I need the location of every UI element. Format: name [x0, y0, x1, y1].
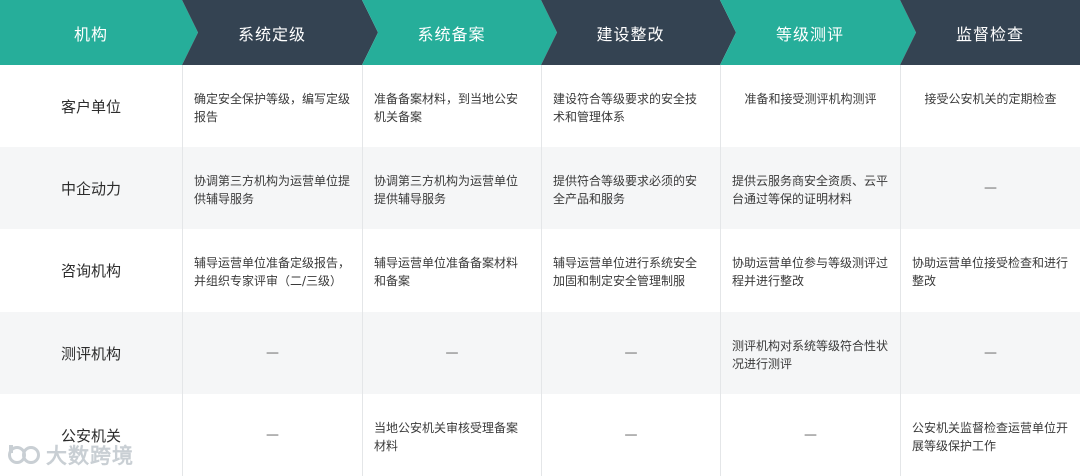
table-cell: — — [541, 394, 720, 476]
table-header: 机构 系统定级 系统备案 建设整改 等级测评 监督检查 — [0, 0, 1080, 65]
table-cell: 协助运营单位参与等级测评过程并进行整改 — [720, 229, 900, 312]
table-cell: 辅导运营单位准备备案材料和备案 — [362, 229, 541, 312]
table-cell: — — [182, 312, 362, 394]
process-table: 机构 系统定级 系统备案 建设整改 等级测评 监督检查 客户单位 确定安全保护等… — [0, 0, 1080, 476]
table-cell: 协调第三方机构为运营单位提供辅导服务 — [182, 147, 362, 229]
header-level-assessment: 等级测评 — [775, 24, 844, 44]
table-cell: — — [541, 312, 720, 394]
header-org: 机构 — [73, 24, 108, 44]
row-org-label: 客户单位 — [60, 97, 121, 116]
table-cell: — — [900, 147, 1080, 229]
header-supervision-inspection: 监督检查 — [955, 24, 1024, 44]
watermark-text: 大数跨境 — [46, 444, 134, 468]
table-cell: 接受公安机关的定期检查 — [900, 65, 1080, 147]
table-cell: 提供符合等级要求必须的安全产品和服务 — [541, 147, 720, 229]
table-cell: 准备备案材料，到当地公安机关备案 — [362, 65, 541, 147]
logo-icon — [8, 442, 42, 468]
table-cell: — — [362, 312, 541, 394]
table-cell: 提供云服务商安全资质、云平台通过等保的证明材料 — [720, 147, 900, 229]
row-org-label: 咨询机构 — [60, 262, 121, 280]
table-cell: — — [900, 312, 1080, 394]
table-cell: 准备和接受测评机构测评 — [720, 65, 900, 147]
row-org-label: 中企动力 — [60, 179, 121, 198]
table-cell: 测评机构对系统等级符合性状况进行测评 — [720, 312, 900, 394]
watermark: 大数跨境 — [8, 440, 134, 470]
header-construction-rectification: 建设整改 — [596, 24, 665, 44]
table-cell: 协调第三方机构为运营单位提供辅导服务 — [362, 147, 541, 229]
table-cell: 辅导运营单位准备定级报告，并组织专家评审（二/三级） — [182, 229, 362, 312]
table-cell: 当地公安机关审核受理备案材料 — [362, 394, 541, 476]
table-row: 客户单位 确定安全保护等级，编写定级报告 准备备案材料，到当地公安机关备案 建设… — [0, 65, 1080, 147]
header-system-filing: 系统备案 — [417, 24, 486, 44]
table-cell: 确定安全保护等级，编写定级报告 — [182, 65, 362, 147]
table-row: 中企动力 协调第三方机构为运营单位提供辅导服务 协调第三方机构为运营单位提供辅导… — [0, 147, 1080, 229]
table-cell: 建设符合等级要求的安全技术和管理体系 — [541, 65, 720, 147]
table-cell: — — [720, 394, 900, 476]
table-row: 测评机构 — — — 测评机构对系统等级符合性状况进行测评 — — [0, 312, 1080, 394]
table-cell: 辅导运营单位进行系统安全加固和制定安全管理制服 — [541, 229, 720, 312]
table-cell: — — [182, 394, 362, 476]
header-system-grading: 系统定级 — [237, 24, 306, 44]
row-org-label: 测评机构 — [60, 344, 121, 363]
table-row: 公安机关 — 当地公安机关审核受理备案材料 — — 公安机关监督检查运营单位开展… — [0, 394, 1080, 476]
table-cell: 协助运营单位接受检查和进行整改 — [900, 229, 1080, 312]
table-row: 咨询机构 辅导运营单位准备定级报告，并组织专家评审（二/三级） 辅导运营单位准备… — [0, 229, 1080, 312]
table-cell: 公安机关监督检查运营单位开展等级保护工作 — [900, 394, 1080, 476]
